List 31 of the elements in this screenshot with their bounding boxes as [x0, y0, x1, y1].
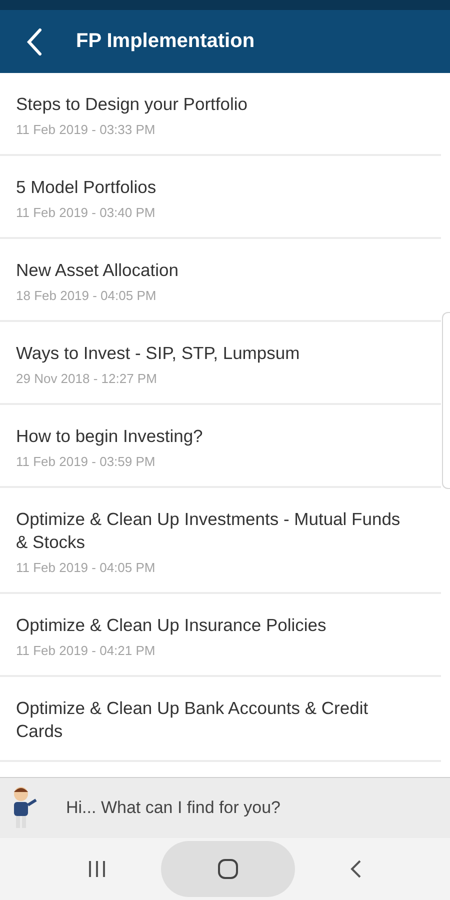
list-item[interactable]: Optimize & Clean Up Bank Accounts & Credit Cards: [0, 677, 441, 762]
list-item[interactable]: Optimize & Clean Up Investments - Mutual Funds & Stocks 11 Feb 2019 - 04:05 PM: [0, 488, 441, 594]
item-date: 11 Feb 2019 - 04:05 PM: [16, 560, 156, 575]
item-title: How to begin Investing?: [16, 425, 204, 448]
assistant-bar[interactable]: Hi... What can I find for you?: [0, 777, 450, 838]
home-icon: [217, 858, 239, 880]
item-title: New Asset Allocation: [16, 259, 180, 282]
back-icon[interactable]: [26, 28, 42, 56]
item-date: 11 Feb 2019 - 03:59 PM: [16, 454, 156, 469]
list-item[interactable]: 5 Model Portfolios 11 Feb 2019 - 03:40 PM: [0, 156, 441, 239]
item-title: 5 Model Portfolios: [16, 176, 158, 199]
item-date: 29 Nov 2018 - 12:27 PM: [16, 371, 158, 386]
list-item[interactable]: Ways to Invest - SIP, STP, Lumpsum 29 Nov 2018 - 12:27 PM: [0, 322, 441, 405]
assistant-prompt: Hi... What can I find for you?: [66, 798, 280, 818]
back-nav-icon[interactable]: [349, 859, 363, 879]
list-item[interactable]: New Asset Allocation 18 Feb 2019 - 04:05 PM: [0, 239, 441, 322]
list-item[interactable]: How to begin Investing? 11 Feb 2019 - 03:59 PM: [0, 405, 441, 488]
item-title: Ways to Invest - SIP, STP, Lumpsum: [16, 342, 301, 365]
item-date: 11 Feb 2019 - 03:40 PM: [16, 205, 156, 220]
screen-title: FP Implementation: [76, 30, 255, 53]
list-item[interactable]: Optimize & Clean Up Insurance Policies 11 Feb 2019 - 04:21 PM: [0, 594, 441, 677]
item-title: Optimize & Clean Up Insurance Policies: [16, 614, 328, 637]
item-title: Steps to Design your Portfolio: [16, 93, 249, 116]
recent-apps-icon[interactable]: [87, 860, 107, 878]
item-title: Optimize & Clean Up Investments - Mutual Funds & Stocks: [16, 508, 401, 554]
item-date: 18 Feb 2019 - 04:05 PM: [16, 288, 158, 303]
item-title: Optimize & Clean Up Bank Accounts & Credit Cards: [16, 697, 370, 743]
edge-handle[interactable]: [442, 312, 450, 489]
list-item[interactable]: Steps to Design your Portfolio 11 Feb 2019 - 03:33 PM: [0, 73, 441, 156]
item-date: 11 Feb 2019 - 04:21 PM: [16, 643, 156, 658]
item-date: 11 Feb 2019 - 03:33 PM: [16, 122, 156, 137]
